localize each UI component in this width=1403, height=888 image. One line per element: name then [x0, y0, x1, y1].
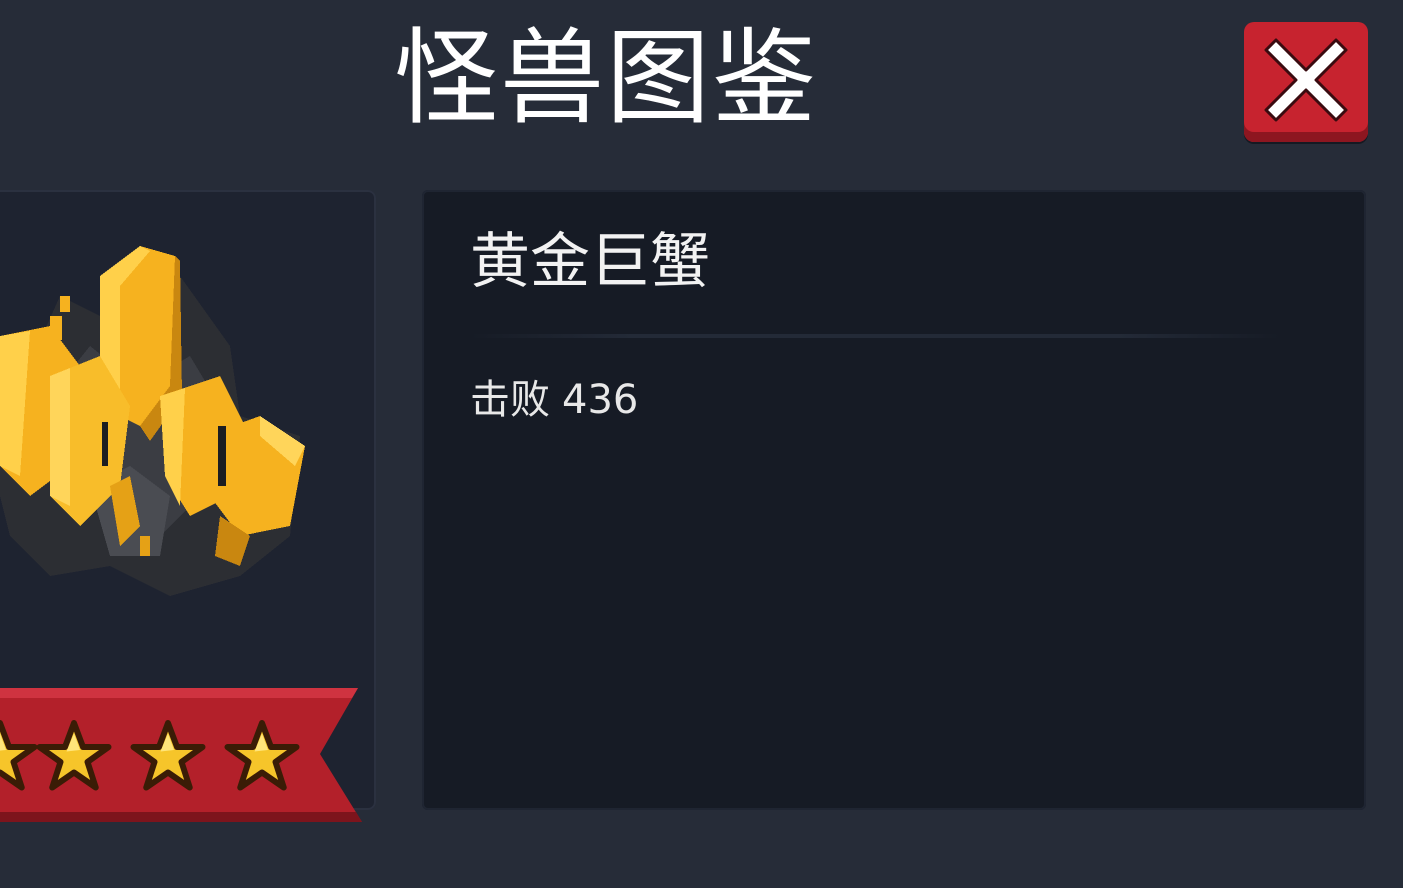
close-button[interactable]: [1244, 22, 1368, 142]
monster-encyclopedia-screen: 怪兽图鉴 黄金巨蟹 击败 436: [0, 0, 1403, 888]
golden-crystal-crab-sprite: [0, 246, 305, 596]
page-title: 怪兽图鉴: [394, 17, 819, 139]
star-icon: [0, 720, 38, 791]
defeat-stat: 击败 436: [470, 374, 638, 426]
defeat-label: 击败: [470, 377, 550, 423]
defeat-count: 436: [562, 377, 639, 423]
star-icon: [36, 720, 112, 791]
monster-name: 黄金巨蟹: [470, 227, 710, 297]
star-icon: [130, 720, 206, 791]
star-icon: [224, 720, 300, 791]
close-x-icon: [1264, 38, 1348, 122]
divider: [470, 334, 1280, 338]
